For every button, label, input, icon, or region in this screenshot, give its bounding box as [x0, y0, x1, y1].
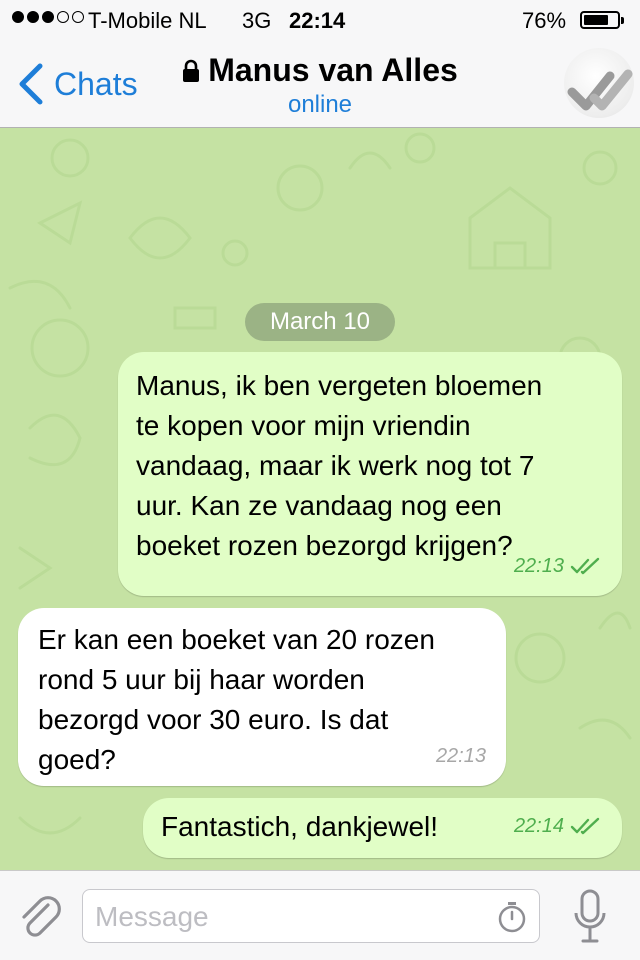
contact-status: online — [287, 91, 353, 118]
message-field[interactable] — [82, 889, 540, 943]
message-meta: 22:13 — [436, 736, 486, 776]
message-input-bar — [0, 870, 640, 960]
signal-strength-icon — [12, 11, 84, 23]
lock-icon — [183, 59, 200, 82]
date-separator: March 10 — [245, 303, 395, 341]
message-input[interactable] — [93, 898, 487, 936]
chat-area[interactable]: March 10 Manus, ik ben vergeten bloemen … — [0, 128, 640, 870]
paperclip-icon[interactable] — [18, 891, 62, 941]
battery-icon — [580, 11, 624, 29]
incoming-message[interactable]: Er kan een boeket van 20 rozen rond 5 uu… — [18, 608, 506, 786]
message-text: Er kan een boeket van 20 rozen rond 5 uu… — [38, 624, 435, 775]
message-text: Manus, ik ben vergeten bloemen te kopen … — [136, 370, 543, 561]
outgoing-message[interactable]: Fantastich, dankjewel! 22:14 — [143, 798, 622, 858]
outgoing-message[interactable]: Manus, ik ben vergeten bloemen te kopen … — [118, 352, 622, 596]
carrier-name: T-Mobile NL — [88, 8, 207, 33]
navigation-bar: Chats Manus van Alles online — [0, 40, 640, 128]
message-meta: 22:14 — [514, 806, 602, 846]
contact-avatar[interactable] — [564, 48, 634, 118]
double-check-icon — [570, 817, 600, 835]
chevron-left-icon — [19, 63, 43, 105]
message-time: 22:14 — [513, 815, 564, 837]
status-time: 22:14 — [289, 8, 346, 33]
contact-name: Manus van Alles — [208, 52, 458, 88]
status-bar: T-Mobile NL 3G 22:14 76% — [0, 0, 640, 40]
timer-icon[interactable] — [497, 901, 527, 933]
chat-header[interactable]: Manus van Alles online — [150, 52, 490, 119]
microphone-icon[interactable] — [572, 889, 608, 945]
back-button[interactable]: Chats — [14, 62, 138, 106]
checkmark-logo-icon — [567, 69, 633, 111]
battery-percent: 76% — [522, 8, 567, 33]
back-label: Chats — [54, 65, 138, 102]
message-time: 22:13 — [435, 745, 486, 767]
network-type: 3G — [242, 8, 272, 33]
double-check-icon — [570, 557, 600, 575]
message-meta: 22:13 — [514, 546, 602, 586]
message-time: 22:13 — [513, 555, 564, 577]
